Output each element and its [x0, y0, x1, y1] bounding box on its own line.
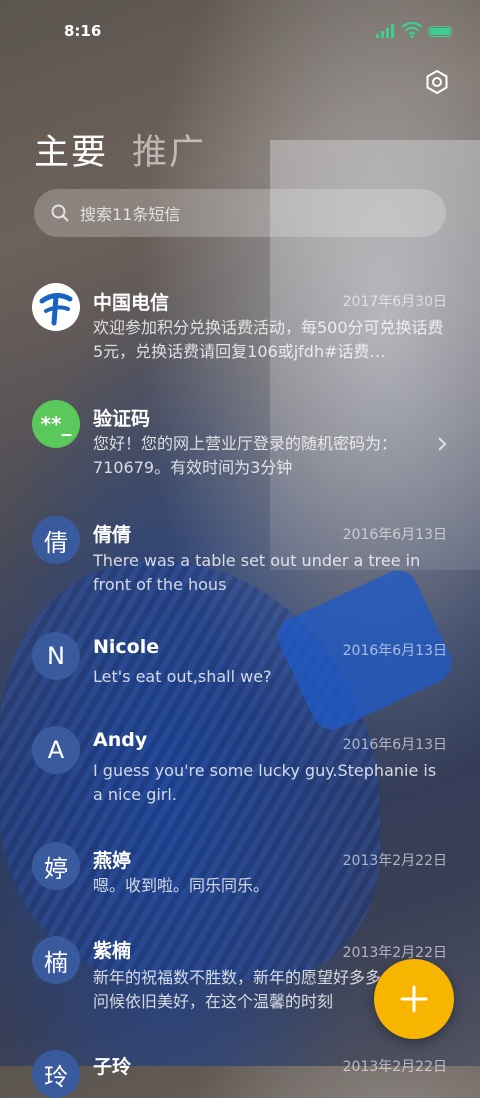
sender-name: 倩倩	[93, 524, 132, 546]
china-telecom-logo-icon	[32, 283, 80, 331]
contact-avatar: N	[32, 632, 80, 680]
compose-button[interactable]	[374, 959, 454, 1039]
message-date: 2016年6月13日	[342, 737, 447, 753]
contact-avatar: 楠	[32, 936, 80, 984]
message-date: 2016年6月13日	[342, 527, 447, 543]
search-icon	[51, 204, 69, 222]
contact-avatar: 玲	[32, 1050, 80, 1098]
message-preview: Let's eat out,shall we?	[93, 667, 272, 686]
sender-name: Nicole	[93, 636, 160, 658]
message-date: 2013年2月22日	[342, 853, 447, 869]
contact-avatar: 倩	[32, 516, 80, 564]
chevron-right-icon	[438, 437, 447, 451]
status-bar: 8:16	[0, 0, 480, 62]
message-date: 2013年2月22日	[342, 945, 447, 961]
tab-primary[interactable]: 主要	[34, 124, 108, 175]
signal-icon	[376, 24, 394, 38]
message-date: 2017年6月30日	[342, 294, 447, 310]
message-preview: 您好！您的网上营业厅登录的随机密码为：710679。有效时间为3分钟	[93, 434, 398, 477]
message-preview: There was a table set out under a tree i…	[93, 551, 421, 594]
sender-name: 燕婷	[93, 850, 132, 872]
sender-name: 验证码	[93, 408, 151, 430]
message-preview: 嗯。收到啦。同乐同乐。	[93, 876, 270, 895]
search-box[interactable]: 搜索11条短信	[34, 189, 446, 237]
message-date: 2016年6月13日	[342, 643, 447, 659]
battery-icon	[428, 26, 452, 37]
tab-promotions[interactable]: 推广	[132, 124, 206, 175]
contact-avatar: 婷	[32, 842, 80, 890]
message-preview: I guess you're some lucky guy.Stephanie …	[93, 761, 437, 804]
sender-name: Andy	[93, 729, 148, 751]
sender-name: 紫楠	[93, 940, 132, 962]
message-date: 2013年2月22日	[342, 1059, 447, 1075]
status-time: 8:16	[64, 22, 102, 40]
tab-bar: 主要 推广	[34, 124, 206, 175]
verification-code-avatar: **_	[32, 400, 80, 448]
settings-gear-icon[interactable]	[420, 65, 454, 99]
message-preview: 欢迎参加积分兑换话费活动，每500分可兑换话费5元，兑换话费请回复106或jfd…	[93, 318, 444, 361]
wifi-icon	[401, 22, 423, 38]
sender-name: 中国电信	[93, 292, 170, 314]
plus-icon	[400, 985, 428, 1013]
search-placeholder: 搜索11条短信	[80, 205, 181, 224]
contact-avatar: A	[32, 726, 80, 774]
